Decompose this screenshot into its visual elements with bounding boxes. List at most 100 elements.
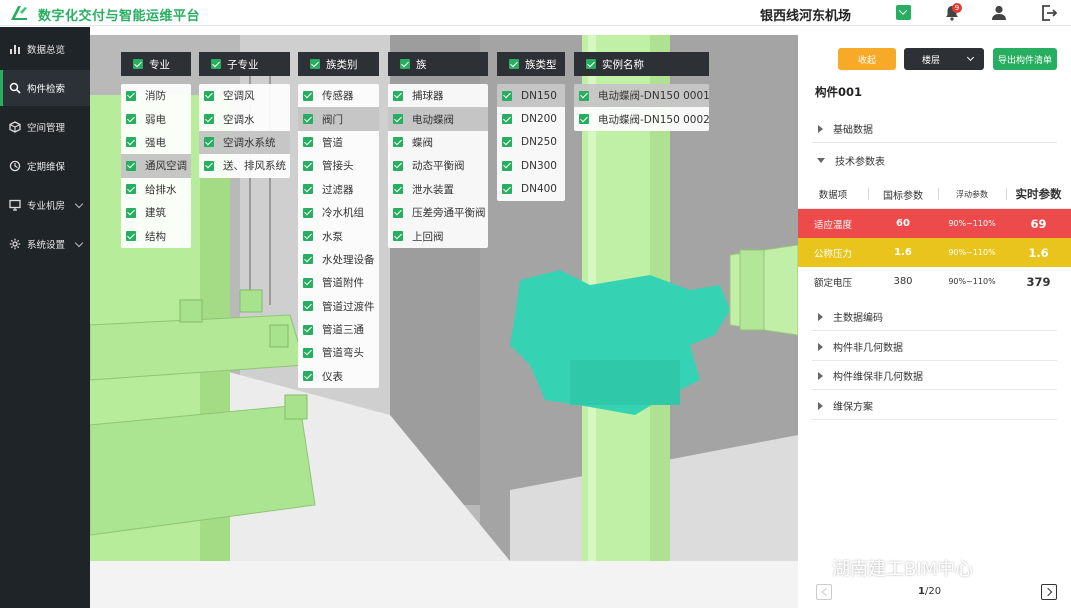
- filter-option[interactable]: 仪表: [298, 365, 379, 388]
- section-non-geometric-data[interactable]: 构件非几何数据: [812, 333, 1057, 361]
- checkbox-icon[interactable]: [502, 184, 512, 195]
- filter-option[interactable]: 上回阀: [388, 224, 488, 247]
- sidebar-item-overview[interactable]: 数据总览: [0, 31, 90, 67]
- collapse-button[interactable]: 收起: [838, 48, 896, 70]
- filter-option[interactable]: 蝶阀: [388, 131, 488, 154]
- checkbox-icon[interactable]: [393, 160, 403, 171]
- checkbox-icon[interactable]: [126, 231, 136, 242]
- checkbox-icon[interactable]: [393, 184, 403, 195]
- filter-option[interactable]: 捕球器: [388, 84, 488, 107]
- filter-option[interactable]: 建筑: [121, 201, 191, 224]
- checkbox-icon[interactable]: [393, 137, 403, 148]
- filter-header[interactable]: 专业: [121, 52, 191, 76]
- filter-header[interactable]: 族: [388, 52, 488, 76]
- filter-option[interactable]: 管道: [298, 131, 379, 154]
- section-basic-data[interactable]: 基础数据: [812, 115, 1057, 143]
- sidebar-item-space-management[interactable]: 空间管理: [0, 109, 90, 145]
- filter-option[interactable]: 强电: [121, 131, 191, 154]
- filter-option-selected[interactable]: DN150: [497, 84, 565, 108]
- checkbox-icon[interactable]: [126, 184, 136, 195]
- section-technical-params[interactable]: 技术参数表: [812, 146, 1057, 174]
- filter-option[interactable]: DN200: [497, 107, 565, 130]
- filter-header[interactable]: 实例名称: [574, 52, 709, 76]
- filter-option[interactable]: 弱电: [121, 107, 191, 130]
- checkbox-icon[interactable]: [303, 254, 313, 265]
- filter-header[interactable]: 族类别: [298, 52, 379, 76]
- filter-option-selected[interactable]: 空调水系统: [199, 130, 290, 155]
- checkbox-icon[interactable]: [126, 114, 136, 125]
- checkbox-icon[interactable]: [303, 324, 313, 335]
- filter-option[interactable]: 水泵: [298, 224, 379, 247]
- prev-page-button[interactable]: [816, 584, 832, 600]
- filter-option-selected[interactable]: 电动蝶阀-DN150 0001: [574, 84, 710, 108]
- next-page-button[interactable]: [1041, 584, 1057, 600]
- filter-option[interactable]: 传感器: [298, 84, 379, 107]
- filter-option[interactable]: 水处理设备: [298, 248, 379, 271]
- checkbox-icon[interactable]: [204, 90, 214, 101]
- checkbox-icon[interactable]: [303, 301, 313, 312]
- filter-header[interactable]: 子专业: [199, 52, 290, 76]
- checkbox-icon[interactable]: [303, 114, 313, 125]
- filter-option[interactable]: 过滤器: [298, 178, 379, 201]
- filter-option-selected[interactable]: 阀门: [298, 107, 379, 131]
- filter-option[interactable]: 空调风: [199, 84, 290, 107]
- section-master-data-code[interactable]: 主数据编码: [812, 303, 1057, 331]
- sidebar-item-machine-room[interactable]: 专业机房: [0, 187, 90, 223]
- filter-option[interactable]: 压差旁通平衡阀: [388, 201, 488, 224]
- filter-option[interactable]: 结构: [121, 224, 191, 247]
- checkbox-icon[interactable]: [310, 59, 320, 69]
- export-component-list-button[interactable]: 导出构件清单: [993, 48, 1057, 70]
- checkbox-icon[interactable]: [303, 231, 313, 242]
- floor-select[interactable]: 楼层: [904, 48, 984, 70]
- filter-header[interactable]: 族类型: [497, 52, 565, 76]
- checkbox-icon[interactable]: [303, 347, 313, 358]
- checkbox-icon[interactable]: [303, 90, 313, 101]
- filter-option[interactable]: 冷水机组: [298, 201, 379, 224]
- filter-option[interactable]: DN400: [497, 178, 565, 201]
- checkbox-icon[interactable]: [126, 160, 136, 171]
- checkbox-icon[interactable]: [502, 114, 512, 125]
- filter-option[interactable]: 管道过渡件: [298, 295, 379, 318]
- section-maintenance-plan[interactable]: 维保方案: [812, 392, 1057, 420]
- filter-option[interactable]: 给排水: [121, 178, 191, 201]
- sidebar-item-settings[interactable]: 系统设置: [0, 226, 90, 262]
- checkbox-icon[interactable]: [579, 90, 589, 101]
- filter-option[interactable]: 管道弯头: [298, 341, 379, 364]
- table-row[interactable]: 额定电压 380 90%~110% 379: [798, 267, 1071, 296]
- table-row-alarm[interactable]: 适应温度 60 90%~110% 69: [798, 209, 1071, 238]
- filter-option-selected[interactable]: 电动蝶阀: [388, 107, 488, 131]
- filter-option[interactable]: 动态平衡阀: [388, 154, 488, 177]
- checkbox-icon[interactable]: [393, 231, 403, 242]
- checkbox-icon[interactable]: [393, 114, 403, 125]
- sidebar-item-component-search[interactable]: 构件检索: [0, 70, 90, 106]
- section-maintenance-non-geometric-data[interactable]: 构件维保非几何数据: [812, 362, 1057, 390]
- checkbox-icon[interactable]: [502, 90, 512, 101]
- checkbox-icon[interactable]: [502, 160, 512, 171]
- checkbox-icon[interactable]: [303, 137, 313, 148]
- checkbox-icon[interactable]: [211, 59, 221, 69]
- filter-option-selected[interactable]: 通风空调: [121, 154, 191, 178]
- checkbox-icon[interactable]: [204, 114, 214, 125]
- filter-option[interactable]: 空调水: [199, 107, 290, 130]
- status-toggle-icon[interactable]: [896, 5, 911, 20]
- checkbox-icon[interactable]: [204, 160, 214, 171]
- user-icon[interactable]: [990, 4, 1008, 22]
- checkbox-icon[interactable]: [303, 277, 313, 288]
- filter-option[interactable]: 送、排风系统: [199, 154, 290, 177]
- filter-option[interactable]: 管道三通: [298, 318, 379, 341]
- filter-option[interactable]: 泄水装置: [388, 178, 488, 201]
- checkbox-icon[interactable]: [303, 160, 313, 171]
- checkbox-icon[interactable]: [126, 207, 136, 218]
- checkbox-icon[interactable]: [303, 207, 313, 218]
- checkbox-icon[interactable]: [502, 137, 512, 148]
- checkbox-icon[interactable]: [509, 59, 519, 69]
- checkbox-icon[interactable]: [303, 184, 313, 195]
- checkbox-icon[interactable]: [204, 137, 214, 148]
- filter-option[interactable]: DN250: [497, 131, 565, 154]
- checkbox-icon[interactable]: [393, 207, 403, 218]
- logout-icon[interactable]: [1040, 4, 1058, 22]
- filter-option[interactable]: 消防: [121, 84, 191, 107]
- checkbox-icon[interactable]: [303, 371, 313, 382]
- filter-option[interactable]: 管道附件: [298, 271, 379, 294]
- checkbox-icon[interactable]: [579, 114, 589, 125]
